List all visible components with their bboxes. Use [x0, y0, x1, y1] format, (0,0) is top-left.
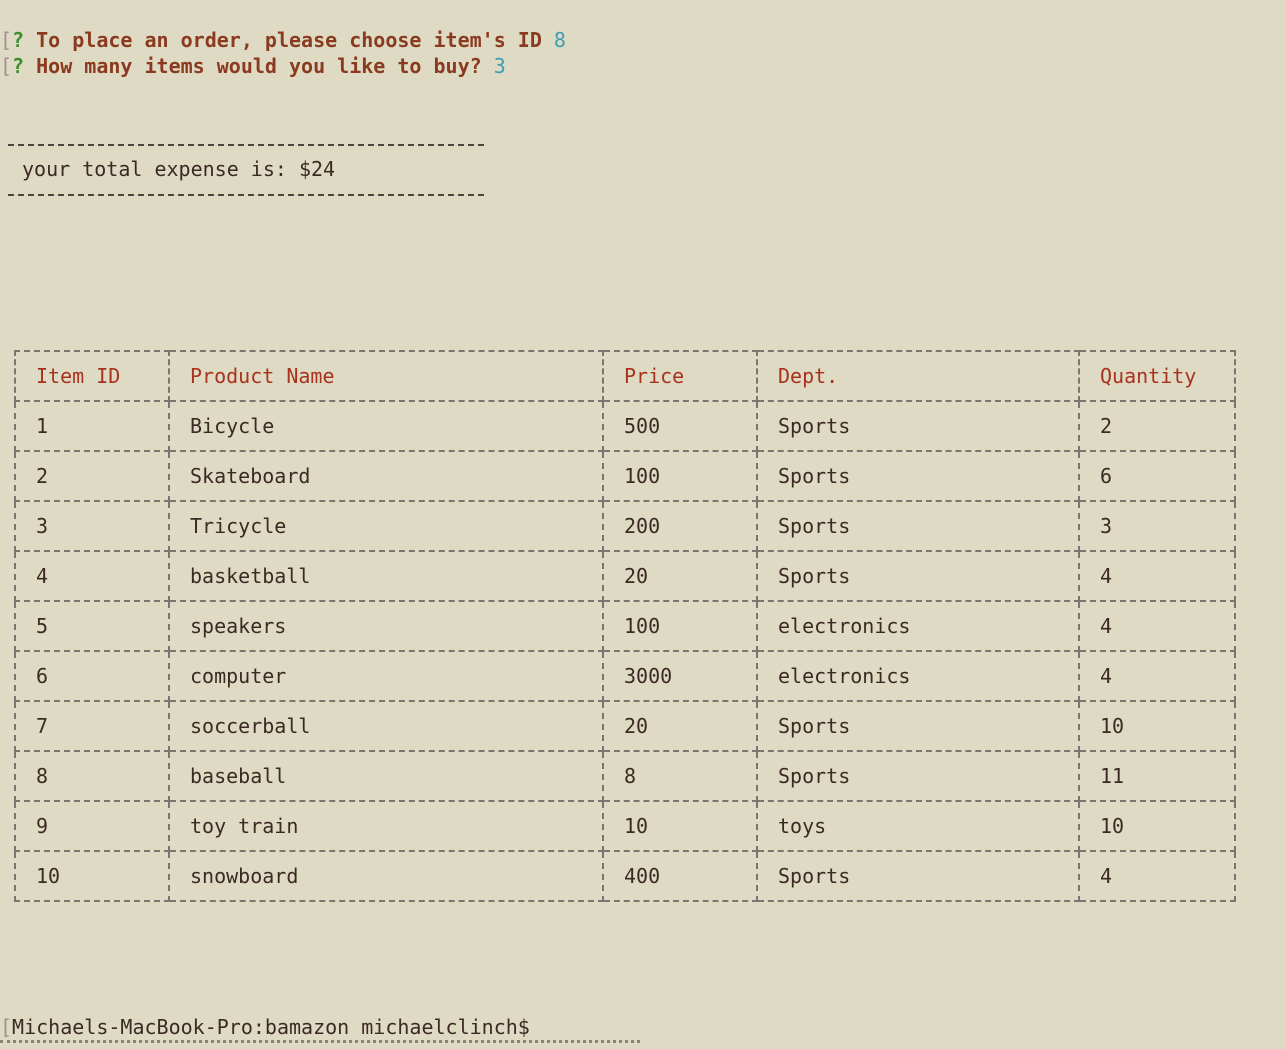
cell-dept: electronics: [756, 600, 1080, 652]
divider-bottom: [8, 194, 484, 196]
table-row: 4 basketball 20 Sports 4: [14, 550, 1236, 602]
cell-quantity: 6: [1078, 450, 1236, 502]
table-row: 8 baseball 8 Sports 11: [14, 750, 1236, 802]
cell-product-name: computer: [168, 650, 604, 702]
table-row: 6 computer 3000 electronics 4: [14, 650, 1236, 702]
cell-product-name: baseball: [168, 750, 604, 802]
cell-quantity: 10: [1078, 800, 1236, 852]
cell-item-id: 2: [14, 450, 170, 502]
table-header-row: Item ID Product Name Price Dept. Quantit…: [14, 350, 1236, 402]
cell-price: 10: [602, 800, 758, 852]
header-item-id: Item ID: [14, 350, 170, 402]
header-price: Price: [602, 350, 758, 402]
header-quantity: Quantity: [1078, 350, 1236, 402]
cell-quantity: 10: [1078, 700, 1236, 752]
table-row: 2 Skateboard 100 Sports 6: [14, 450, 1236, 502]
table-row: 10 snowboard 400 Sports 4: [14, 850, 1236, 902]
cell-price: 100: [602, 450, 758, 502]
cell-dept: Sports: [756, 400, 1080, 452]
shell-bracket: [: [0, 1015, 13, 1039]
cell-product-name: basketball: [168, 550, 604, 602]
products-table: Item ID Product Name Price Dept. Quantit…: [14, 350, 1236, 902]
cell-quantity: 11: [1078, 750, 1236, 802]
cell-quantity: 4: [1078, 850, 1236, 902]
cell-quantity: 4: [1078, 650, 1236, 702]
cell-dept: Sports: [756, 500, 1080, 552]
total-expense-text: your total expense is: $24: [22, 157, 336, 181]
cell-dept: toys: [756, 800, 1080, 852]
shell-prompt: Michaels-MacBook-Pro:bamazon michaelclin…: [12, 1015, 530, 1039]
cell-item-id: 8: [14, 750, 170, 802]
cell-product-name: Tricycle: [168, 500, 604, 552]
prompt-bracket: [: [0, 54, 13, 78]
cell-dept: Sports: [756, 700, 1080, 752]
cell-item-id: 10: [14, 850, 170, 902]
cell-item-id: 6: [14, 650, 170, 702]
prompt-answer: 3: [493, 54, 506, 78]
prompt-question-mark: ?: [12, 28, 25, 52]
cell-price: 200: [602, 500, 758, 552]
cell-price: 20: [602, 550, 758, 602]
prompt-question-mark: ?: [12, 54, 25, 78]
cell-quantity: 3: [1078, 500, 1236, 552]
cell-price: 20: [602, 700, 758, 752]
prompt-question: How many items would you like to buy?: [36, 54, 482, 78]
cell-product-name: speakers: [168, 600, 604, 652]
cell-price: 400: [602, 850, 758, 902]
cell-product-name: toy train: [168, 800, 604, 852]
cell-price: 8: [602, 750, 758, 802]
cell-item-id: 1: [14, 400, 170, 452]
header-dept: Dept.: [756, 350, 1080, 402]
cell-product-name: snowboard: [168, 850, 604, 902]
cell-product-name: Bicycle: [168, 400, 604, 452]
table-row: 1 Bicycle 500 Sports 2: [14, 400, 1236, 452]
cell-product-name: soccerball: [168, 700, 604, 752]
table-row: 9 toy train 10 toys 10: [14, 800, 1236, 852]
prompt-line-item-id: [? To place an order, please choose item…: [0, 27, 566, 53]
cell-quantity: 2: [1078, 400, 1236, 452]
cell-price: 3000: [602, 650, 758, 702]
prompt-bracket: [: [0, 28, 13, 52]
cell-item-id: 7: [14, 700, 170, 752]
cell-price: 500: [602, 400, 758, 452]
clipped-next-line: [0, 1040, 640, 1049]
cell-dept: Sports: [756, 850, 1080, 902]
cell-item-id: 4: [14, 550, 170, 602]
cell-dept: Sports: [756, 750, 1080, 802]
cell-quantity: 4: [1078, 600, 1236, 652]
cell-item-id: 3: [14, 500, 170, 552]
table-row: 5 speakers 100 electronics 4: [14, 600, 1236, 652]
header-product-name: Product Name: [168, 350, 604, 402]
cell-dept: Sports: [756, 550, 1080, 602]
divider-top: [8, 144, 484, 146]
cell-product-name: Skateboard: [168, 450, 604, 502]
cell-quantity: 4: [1078, 550, 1236, 602]
table-row: 3 Tricycle 200 Sports 3: [14, 500, 1236, 552]
prompt-question: To place an order, please choose item's …: [36, 28, 542, 52]
cell-dept: electronics: [756, 650, 1080, 702]
shell-prompt-line[interactable]: [Michaels-MacBook-Pro:bamazon michaelcli…: [0, 1014, 530, 1040]
prompt-answer: 8: [553, 28, 566, 52]
prompt-line-quantity: [? How many items would you like to buy?…: [0, 53, 506, 79]
cell-price: 100: [602, 600, 758, 652]
table-row: 7 soccerball 20 Sports 10: [14, 700, 1236, 752]
cell-item-id: 9: [14, 800, 170, 852]
cell-dept: Sports: [756, 450, 1080, 502]
cell-item-id: 5: [14, 600, 170, 652]
